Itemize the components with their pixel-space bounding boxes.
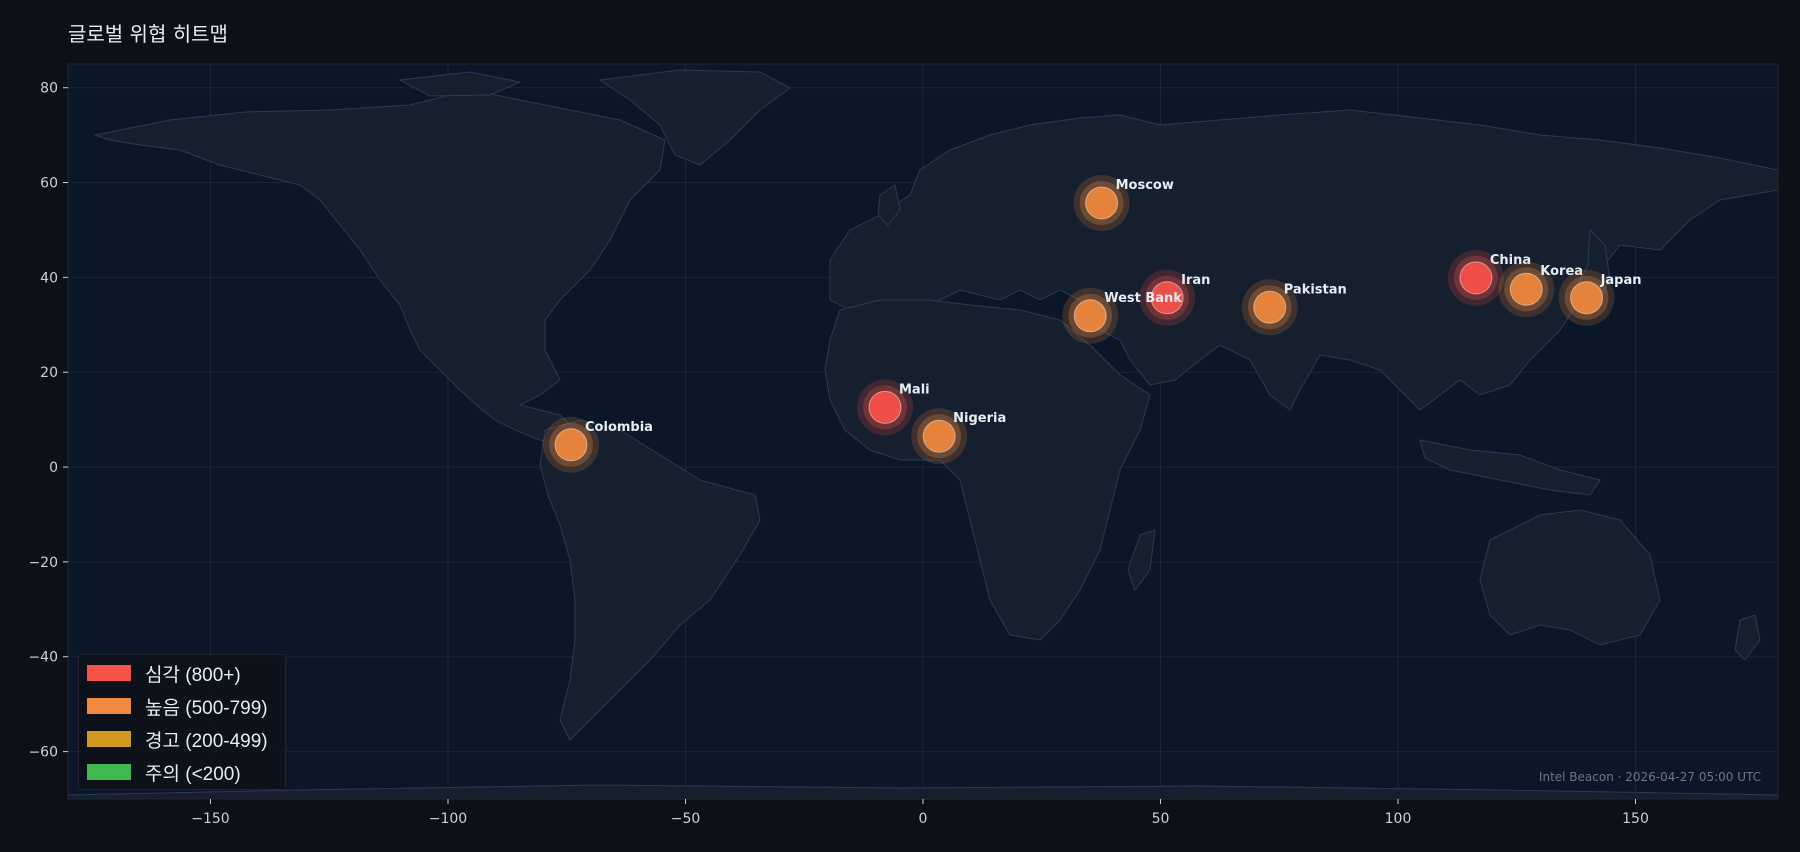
marker-label: Mali xyxy=(899,382,930,397)
legend: 심각 (800+) 높음 (500-799) 경고 (200-499) 주의 (… xyxy=(78,654,286,790)
marker-core xyxy=(1509,272,1543,306)
legend-label: 높음 (500-799) xyxy=(145,697,268,719)
marker-label: Moscow xyxy=(1116,178,1174,193)
marker-core xyxy=(1570,281,1604,315)
y-tick-label: 20 xyxy=(40,365,58,381)
y-tick-label: −20 xyxy=(28,555,58,571)
x-tick-label: 150 xyxy=(1622,811,1649,827)
marker-core xyxy=(1073,299,1107,333)
legend-swatch-warning xyxy=(87,731,131,747)
legend-label: 심각 (800+) xyxy=(145,664,241,686)
legend-item-critical: 심각 (800+) xyxy=(87,659,241,687)
marker-core xyxy=(1085,186,1119,220)
marker-label: Iran xyxy=(1181,273,1210,288)
marker-label: Nigeria xyxy=(953,411,1006,426)
marker-core xyxy=(1459,261,1493,295)
marker-label: Colombia xyxy=(585,420,653,435)
y-tick-label: 80 xyxy=(40,81,58,97)
marker-label: Pakistan xyxy=(1284,282,1347,297)
legend-swatch-caution xyxy=(87,764,131,780)
legend-label: 주의 (<200) xyxy=(145,763,241,785)
marker-core xyxy=(554,428,588,462)
y-tick-label: 0 xyxy=(49,460,58,476)
y-tick-label: 40 xyxy=(40,270,58,286)
marker-core xyxy=(922,419,956,453)
x-tick-label: −100 xyxy=(429,811,467,827)
y-tick-label: 60 xyxy=(40,176,58,192)
x-tick-label: 0 xyxy=(919,811,928,827)
timestamp-footer: Intel Beacon · 2026-04-27 05:00 UTC xyxy=(1538,770,1761,784)
marker-label: West Bank xyxy=(1104,291,1182,306)
legend-item-caution: 주의 (<200) xyxy=(87,758,241,786)
marker-core xyxy=(1253,290,1287,324)
legend-swatch-high xyxy=(87,698,131,714)
legend-item-warning: 경고 (200-499) xyxy=(87,725,268,753)
x-tick-label: 50 xyxy=(1152,811,1170,827)
marker-label: Japan xyxy=(1600,273,1642,288)
marker-core xyxy=(868,390,902,424)
x-tick-label: −150 xyxy=(191,811,229,827)
legend-swatch-critical xyxy=(87,665,131,681)
x-tick-label: 100 xyxy=(1385,811,1412,827)
legend-label: 경고 (200-499) xyxy=(145,730,268,752)
legend-item-high: 높음 (500-799) xyxy=(87,692,268,720)
y-tick-label: −60 xyxy=(28,745,58,761)
x-tick-label: −50 xyxy=(671,811,701,827)
y-tick-label: −40 xyxy=(28,650,58,666)
x-axis: −150 −100 −50 0 50 100 150 xyxy=(191,799,1649,827)
y-axis: −60 −40 −20 0 20 40 60 80 xyxy=(28,81,68,761)
